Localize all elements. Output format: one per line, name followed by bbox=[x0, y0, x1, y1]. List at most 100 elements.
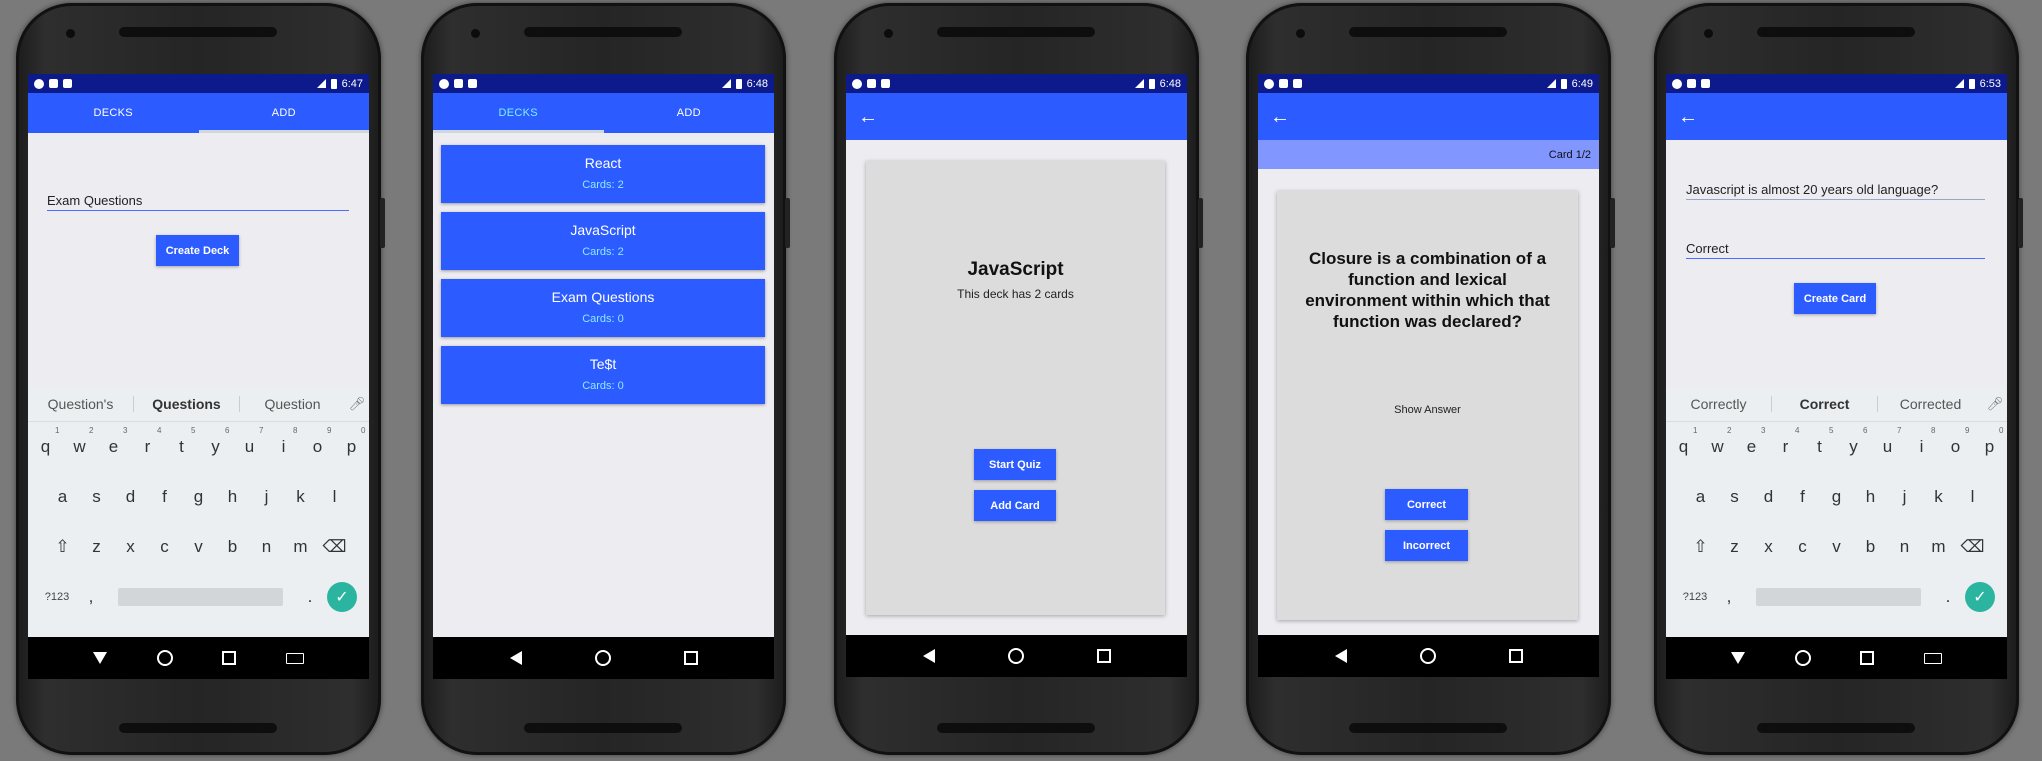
back-down-icon[interactable] bbox=[1730, 652, 1745, 664]
key-y[interactable]: 6y bbox=[1837, 426, 1871, 457]
keyboard-switch-icon[interactable] bbox=[286, 652, 305, 664]
key-t[interactable]: 5t bbox=[1803, 426, 1837, 457]
key-q[interactable]: 1q bbox=[29, 426, 63, 457]
key-a[interactable]: a bbox=[46, 487, 80, 507]
key-h[interactable]: h bbox=[1854, 487, 1888, 507]
key-i[interactable]: 8i bbox=[267, 426, 301, 457]
recents-icon[interactable] bbox=[1860, 651, 1875, 665]
key-z[interactable]: z bbox=[1718, 537, 1752, 557]
key-s[interactable]: s bbox=[1718, 487, 1752, 507]
recents-icon[interactable] bbox=[1508, 649, 1523, 663]
space-bar[interactable] bbox=[118, 588, 283, 606]
deck-title-input[interactable]: Exam Questions bbox=[47, 193, 349, 211]
correct-button[interactable]: Correct bbox=[1385, 489, 1468, 520]
keyboard-switch-icon[interactable] bbox=[1924, 652, 1943, 664]
add-card-button[interactable]: Add Card bbox=[974, 490, 1056, 521]
suggestion-item[interactable]: Questions bbox=[134, 396, 239, 412]
microphone-icon[interactable]: 🎤︎ bbox=[1983, 396, 2007, 412]
key-p[interactable]: 0p bbox=[1973, 426, 2007, 457]
key-v[interactable]: v bbox=[1820, 537, 1854, 557]
deck-card[interactable]: Te$t Cards: 0 bbox=[441, 346, 765, 404]
period-key[interactable]: . bbox=[1931, 587, 1965, 607]
key-k[interactable]: k bbox=[284, 487, 318, 507]
back-arrow-icon[interactable]: ← bbox=[858, 107, 878, 127]
suggestion-item[interactable]: Correctly bbox=[1666, 396, 1771, 412]
tab-add[interactable]: ADD bbox=[199, 93, 370, 133]
key-u[interactable]: 7u bbox=[1871, 426, 1905, 457]
tab-add[interactable]: ADD bbox=[604, 93, 775, 133]
key-u[interactable]: 7u bbox=[233, 426, 267, 457]
comma-key[interactable]: , bbox=[74, 587, 108, 607]
suggestion-item[interactable]: Correct bbox=[1772, 396, 1877, 412]
show-answer-link[interactable]: Show Answer bbox=[1277, 404, 1578, 416]
key-r[interactable]: 4r bbox=[1769, 426, 1803, 457]
key-g[interactable]: g bbox=[182, 487, 216, 507]
key-v[interactable]: v bbox=[182, 537, 216, 557]
back-down-icon[interactable] bbox=[92, 652, 107, 664]
deck-card[interactable]: React Cards: 2 bbox=[441, 145, 765, 203]
key-s[interactable]: s bbox=[80, 487, 114, 507]
key-p[interactable]: 0p bbox=[335, 426, 369, 457]
key-l[interactable]: l bbox=[1956, 487, 1990, 507]
key-w[interactable]: 2w bbox=[1701, 426, 1735, 457]
deck-card[interactable]: JavaScript Cards: 2 bbox=[441, 212, 765, 270]
key-k[interactable]: k bbox=[1922, 487, 1956, 507]
key-n[interactable]: n bbox=[1888, 537, 1922, 557]
enter-check-icon[interactable]: ✓ bbox=[1965, 582, 1995, 612]
key-n[interactable]: n bbox=[250, 537, 284, 557]
create-deck-button[interactable]: Create Deck bbox=[156, 235, 239, 266]
key-e[interactable]: 3e bbox=[97, 426, 131, 457]
key-w[interactable]: 2w bbox=[63, 426, 97, 457]
back-arrow-icon[interactable]: ← bbox=[1270, 107, 1290, 127]
key-b[interactable]: b bbox=[1854, 537, 1888, 557]
key-f[interactable]: f bbox=[148, 487, 182, 507]
key-l[interactable]: l bbox=[318, 487, 352, 507]
key-m[interactable]: m bbox=[1922, 537, 1956, 557]
home-icon[interactable] bbox=[156, 650, 173, 666]
key-t[interactable]: 5t bbox=[165, 426, 199, 457]
key-z[interactable]: z bbox=[80, 537, 114, 557]
question-input[interactable]: Javascript is almost 20 years old langua… bbox=[1686, 182, 1985, 200]
key-j[interactable]: j bbox=[250, 487, 284, 507]
key-m[interactable]: m bbox=[284, 537, 318, 557]
deck-card[interactable]: Exam Questions Cards: 0 bbox=[441, 279, 765, 337]
recents-icon[interactable] bbox=[222, 651, 237, 665]
backspace-icon[interactable]: ⌫ bbox=[1956, 537, 1990, 557]
key-o[interactable]: 9o bbox=[1939, 426, 1973, 457]
key-i[interactable]: 8i bbox=[1905, 426, 1939, 457]
power-button[interactable] bbox=[380, 198, 385, 248]
back-icon[interactable] bbox=[509, 651, 522, 665]
home-icon[interactable] bbox=[1419, 648, 1436, 664]
incorrect-button[interactable]: Incorrect bbox=[1385, 530, 1468, 561]
key-e[interactable]: 3e bbox=[1735, 426, 1769, 457]
suggestion-item[interactable]: Question bbox=[240, 396, 345, 412]
symbols-key[interactable]: ?123 bbox=[1678, 591, 1712, 603]
enter-check-icon[interactable]: ✓ bbox=[327, 582, 357, 612]
key-f[interactable]: f bbox=[1786, 487, 1820, 507]
key-d[interactable]: d bbox=[1752, 487, 1786, 507]
suggestion-item[interactable]: Question's bbox=[28, 396, 133, 412]
shift-icon[interactable]: ⇧ bbox=[1684, 537, 1718, 557]
start-quiz-button[interactable]: Start Quiz bbox=[974, 449, 1056, 480]
suggestion-item[interactable]: Corrected bbox=[1878, 396, 1983, 412]
key-h[interactable]: h bbox=[216, 487, 250, 507]
power-button[interactable] bbox=[785, 198, 790, 248]
power-button[interactable] bbox=[1610, 198, 1615, 248]
microphone-icon[interactable]: 🎤︎ bbox=[345, 396, 369, 412]
home-icon[interactable] bbox=[594, 650, 611, 666]
recents-icon[interactable] bbox=[1096, 649, 1111, 663]
create-card-button[interactable]: Create Card bbox=[1794, 283, 1876, 314]
power-button[interactable] bbox=[1198, 198, 1203, 248]
space-bar[interactable] bbox=[1756, 588, 1921, 606]
key-x[interactable]: x bbox=[1752, 537, 1786, 557]
backspace-icon[interactable]: ⌫ bbox=[318, 537, 352, 557]
key-c[interactable]: c bbox=[148, 537, 182, 557]
key-j[interactable]: j bbox=[1888, 487, 1922, 507]
symbols-key[interactable]: ?123 bbox=[40, 591, 74, 603]
key-q[interactable]: 1q bbox=[1667, 426, 1701, 457]
key-d[interactable]: d bbox=[114, 487, 148, 507]
tab-decks[interactable]: DECKS bbox=[28, 93, 199, 133]
shift-icon[interactable]: ⇧ bbox=[46, 537, 80, 557]
key-a[interactable]: a bbox=[1684, 487, 1718, 507]
key-b[interactable]: b bbox=[216, 537, 250, 557]
